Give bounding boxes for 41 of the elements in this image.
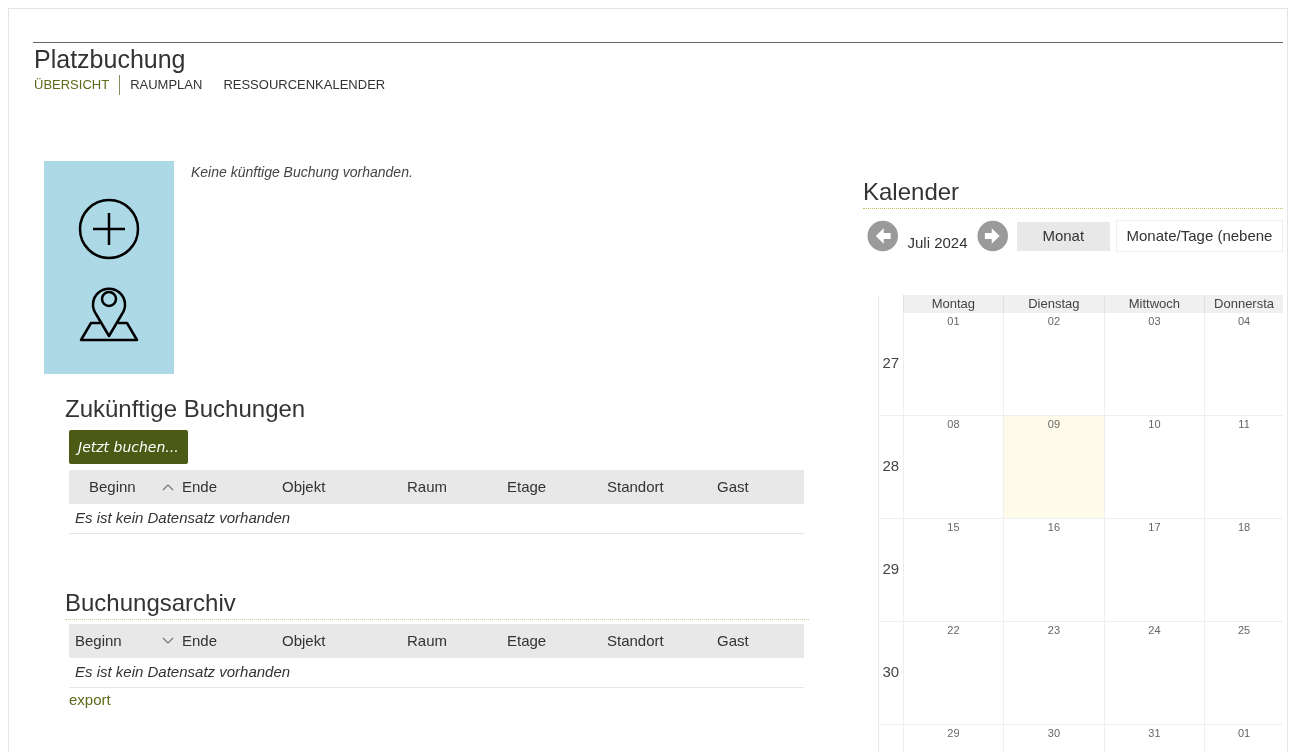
sort-down-icon[interactable] xyxy=(162,637,174,645)
weekday-header: Donnersta xyxy=(1214,294,1275,313)
weekday-header: Mittwoch xyxy=(1128,294,1181,313)
column-header[interactable]: Standort xyxy=(607,629,664,653)
week-number: 29 xyxy=(882,559,900,580)
page-title: Platzbuchung xyxy=(34,44,187,74)
column-header[interactable]: Gast xyxy=(717,475,749,499)
empty-table-message: Es ist kein Datensatz vorhanden xyxy=(75,662,291,683)
export-link[interactable]: export xyxy=(69,689,823,712)
weekday-header: Montag xyxy=(931,294,976,313)
column-header[interactable]: Etage xyxy=(507,629,547,653)
column-header[interactable]: Ende xyxy=(182,629,218,653)
column-header[interactable]: Standort xyxy=(607,475,664,499)
section-heading: Buchungsarchiv xyxy=(65,588,237,618)
column-header[interactable]: Raum xyxy=(407,475,447,499)
no-booking-message: Keine künftige Buchung vorhanden. xyxy=(191,163,413,182)
column-header[interactable]: Ende xyxy=(182,475,218,499)
add-circle-icon[interactable] xyxy=(78,198,140,260)
nav-tab[interactable]: ÜBERSICHT xyxy=(34,75,121,95)
section-heading: Zukünftige Buchungen xyxy=(65,394,307,424)
book-now-button[interactable]: Jetzt buchen... xyxy=(69,430,188,464)
week-number: 28 xyxy=(882,456,900,477)
column-header[interactable]: Objekt xyxy=(282,475,326,499)
column-header[interactable]: Beginn xyxy=(89,475,176,499)
month-label: Juli 2024 xyxy=(907,233,968,253)
calendar-heading: Kalender xyxy=(863,177,961,207)
week-number: 30 xyxy=(882,662,900,683)
column-header[interactable]: Etage xyxy=(507,475,547,499)
nav-tab[interactable]: RAUMPLAN xyxy=(130,75,214,95)
column-header[interactable]: Beginn xyxy=(75,629,176,653)
day-cell[interactable]: 09 xyxy=(1003,415,1104,518)
week-number: 27 xyxy=(882,353,900,374)
nav-tab[interactable]: RESSOURCENKALENDER xyxy=(223,75,397,95)
month-view-button[interactable]: Monat xyxy=(1017,221,1110,251)
view-select[interactable]: Monate/Tage (nebene xyxy=(1115,220,1283,253)
weekday-header: Dienstag xyxy=(1028,294,1080,313)
column-header[interactable]: Raum xyxy=(407,629,447,653)
empty-table-message: Es ist kein Datensatz vorhanden xyxy=(75,508,291,529)
sort-up-icon[interactable] xyxy=(162,483,174,491)
column-header[interactable]: Gast xyxy=(717,629,749,653)
column-header[interactable]: Objekt xyxy=(282,629,326,653)
